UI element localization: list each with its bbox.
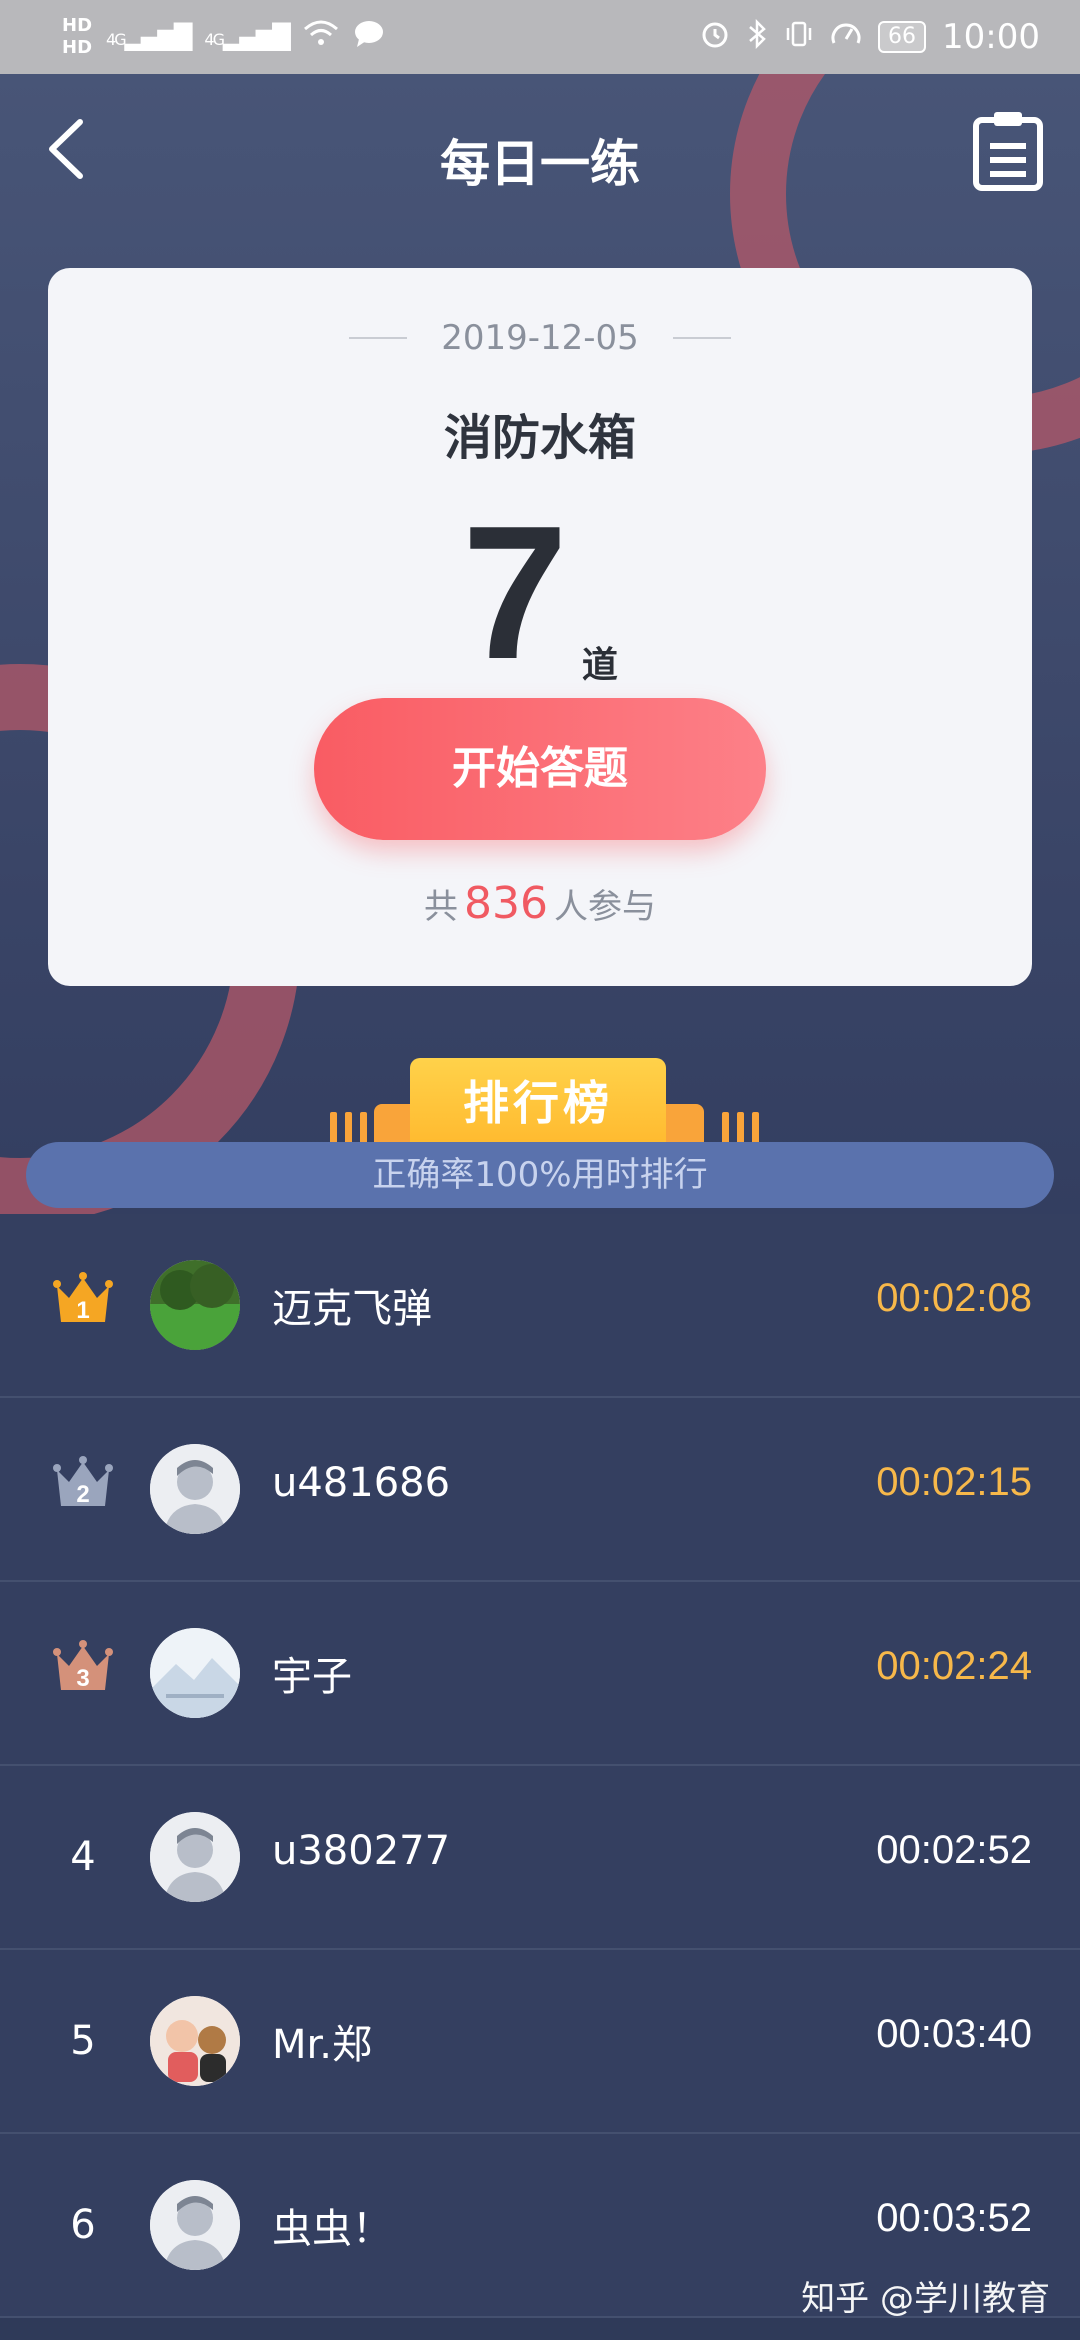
chat-icon	[353, 19, 385, 55]
elapsed-time: 00:02:08	[876, 1276, 1032, 1320]
leaderboard-header: 排行榜	[0, 1058, 1080, 1160]
divider	[349, 337, 408, 339]
avatar	[150, 1996, 240, 2086]
svg-text:2: 2	[76, 1481, 89, 1508]
practice-date: 2019-12-05	[441, 318, 639, 358]
gold-crown-icon: 1	[40, 1270, 126, 1340]
alarm-icon	[700, 19, 730, 55]
user-name: u481686	[272, 1460, 451, 1506]
question-count-number: 7	[462, 487, 568, 699]
silver-crown-icon: 2	[40, 1454, 126, 1524]
decorative-bars	[722, 1112, 759, 1144]
signal-icon: 4G▂▄▆█	[204, 23, 290, 51]
leaderboard-title: 排行榜	[410, 1058, 666, 1148]
table-row[interactable]: 3 宇子 00:02:24	[0, 1582, 1080, 1766]
rank-number: 6	[70, 2202, 96, 2248]
hd-icon: HD HD	[62, 15, 93, 58]
topic-title: 消防水箱	[443, 410, 636, 466]
status-bar: HD HD 4G▂▄▆█ 4G▂▄▆█ 66 10:00	[0, 0, 1080, 74]
rank-number: 4	[70, 1834, 96, 1880]
battery-icon: 66	[878, 21, 927, 53]
elapsed-time: 00:03:40	[876, 2012, 1032, 2056]
user-name: 虫虫！	[272, 2206, 392, 2252]
elapsed-time: 00:03:52	[876, 2196, 1032, 2240]
default-avatar	[150, 2180, 240, 2270]
table-row[interactable]: 5 Mr.郑 00:03:40	[0, 1950, 1080, 2134]
table-row[interactable]: 1 迈克飞弹 00:02:08	[0, 1214, 1080, 1398]
vibrate-icon	[784, 19, 814, 55]
avatar	[150, 1260, 240, 1350]
elapsed-time: 00:02:52	[876, 1828, 1032, 1872]
page-title: 每日一练	[440, 135, 640, 193]
wifi-icon	[303, 19, 339, 55]
clock: 10:00	[942, 17, 1040, 57]
table-row[interactable]: 2 u481686 00:02:15	[0, 1398, 1080, 1582]
decorative-bars	[330, 1112, 367, 1144]
user-name: u380277	[272, 1828, 451, 1874]
date-row: 2019-12-05	[48, 318, 1032, 358]
rank-number: 5	[70, 2018, 96, 2064]
signal-icon: 4G▂▄▆█	[106, 23, 192, 51]
question-count-unit: 道	[581, 645, 618, 686]
avatar	[150, 1628, 240, 1718]
speed-icon	[830, 19, 862, 55]
elapsed-time: 00:02:15	[876, 1460, 1032, 1504]
participants-text: 共 836 人参与	[424, 878, 656, 929]
user-name: Mr.郑	[272, 2022, 372, 2068]
clipboard-icon[interactable]	[970, 108, 1046, 192]
watermark: 知乎 @学川教育	[801, 2279, 1050, 2319]
participants-count: 836	[464, 878, 548, 929]
user-name: 迈克飞弹	[272, 1286, 432, 1332]
svg-text:3: 3	[76, 1665, 89, 1692]
default-avatar	[150, 1444, 240, 1534]
question-count: 7道	[48, 498, 1032, 688]
top-bar: 每日一练	[0, 74, 1080, 224]
leaderboard-subtitle: 正确率100%用时排行	[26, 1142, 1054, 1208]
leaderboard-list: 1 迈克飞弹 00:02:08 2 u481686 00:02:15 3 宇子 …	[0, 1214, 1080, 2318]
divider	[672, 337, 731, 339]
bluetooth-icon	[746, 18, 768, 55]
svg-text:1: 1	[76, 1297, 89, 1324]
user-name: 宇子	[272, 1654, 352, 1700]
practice-card: 2019-12-05 消防水箱 7道 开始答题 共 836 人参与	[48, 268, 1032, 986]
bronze-crown-icon: 3	[40, 1638, 126, 1708]
default-avatar	[150, 1812, 240, 1902]
table-row[interactable]: 4 u380277 00:02:52	[0, 1766, 1080, 1950]
elapsed-time: 00:02:24	[876, 1644, 1032, 1688]
start-answering-button[interactable]: 开始答题	[314, 698, 766, 840]
